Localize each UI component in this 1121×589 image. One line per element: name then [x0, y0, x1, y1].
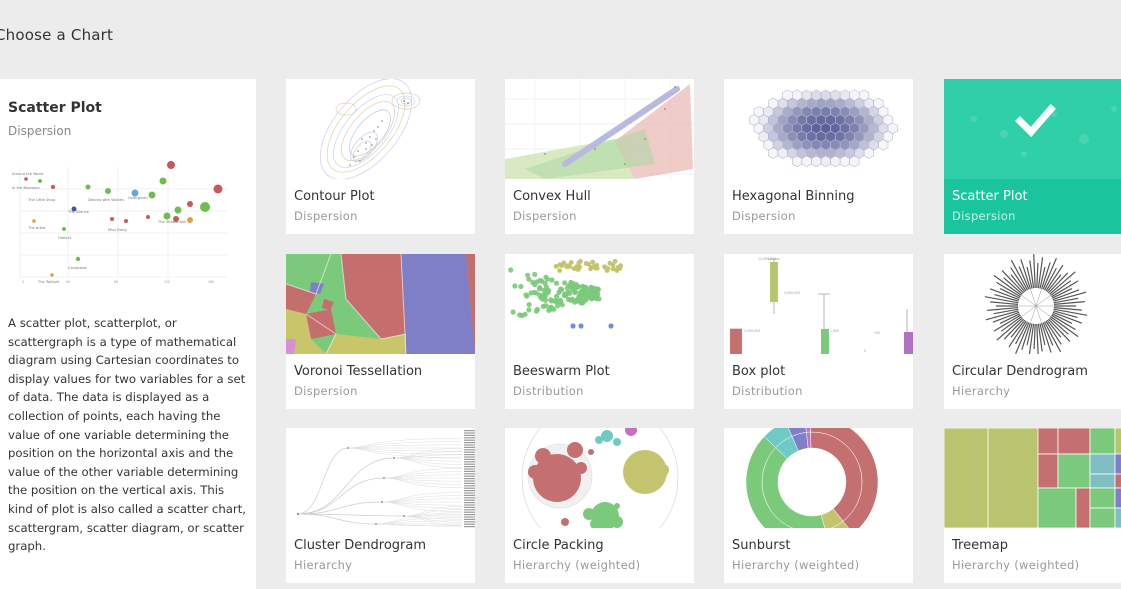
card-title: Contour Plot [294, 189, 375, 204]
treemap-thumbnail [944, 428, 1121, 528]
chart-card-convex-hull[interactable]: Convex Hull Dispersion [505, 79, 694, 234]
svg-text:40: 40 [66, 280, 70, 284]
hexagonal-binning-thumbnail [724, 79, 913, 179]
card-category: Hierarchy (weighted) [952, 558, 1079, 572]
detail-description: A scatter plot, scatterplot, or scatterg… [8, 314, 248, 556]
chart-card-treemap[interactable]: Treemap Hierarchy (weighted) [944, 428, 1121, 583]
svg-text:1,000,000: 1,000,000 [744, 329, 760, 333]
cluster-dendrogram-thumbnail [286, 428, 475, 528]
chart-card-box-plot[interactable]: 1,000,000 12,000,000 3,000,000 1,000 100 0 … [724, 254, 913, 409]
card-title: Hexagonal Binning [732, 189, 854, 204]
voronoi-tessellation-thumbnail [286, 254, 475, 354]
box-plot-thumbnail: 1,000,000 12,000,000 3,000,000 1,000 100 0 [724, 254, 913, 354]
card-category: Distribution [732, 384, 803, 398]
svg-text:The Twilight: The Twilight [37, 280, 60, 284]
card-title: Box plot [732, 364, 785, 379]
card-title: Cluster Dendrogram [294, 538, 426, 553]
scatter-plot-thumbnail [944, 79, 1121, 179]
svg-text:The Little Shop: The Little Shop [27, 198, 56, 202]
svg-text:160: 160 [208, 280, 214, 284]
card-category: Dispersion [952, 209, 1016, 223]
circle-packing-thumbnail [505, 428, 694, 528]
sunburst-thumbnail [724, 428, 913, 528]
card-category: Hierarchy (weighted) [513, 558, 640, 572]
detail-preview-image: Around the World In the Bedroom The Litt… [8, 159, 234, 285]
svg-text:1,000: 1,000 [830, 329, 839, 333]
svg-text:Around the World: Around the World [12, 172, 43, 176]
detail-title: Scatter Plot [8, 100, 102, 116]
card-title: Beeswarm Plot [513, 364, 610, 379]
svg-text:0: 0 [864, 349, 866, 353]
svg-text:0: 0 [22, 280, 24, 284]
card-title: Voronoi Tessellation [294, 364, 422, 379]
svg-text:Hamlet: Hamlet [58, 236, 72, 240]
svg-text:The Artist: The Artist [27, 226, 46, 230]
svg-text:The Shawshank: The Shawshank [157, 220, 187, 224]
svg-text:In the Bedroom: In the Bedroom [12, 186, 40, 190]
card-category: Dispersion [513, 209, 577, 223]
card-category: Hierarchy [294, 558, 352, 572]
detail-category: Dispersion [8, 124, 71, 138]
convex-hull-thumbnail [505, 79, 694, 179]
circular-dendrogram-thumbnail [944, 254, 1121, 354]
checkmark-icon [1020, 109, 1051, 132]
card-title: Scatter Plot [952, 189, 1028, 204]
svg-text:12,000,000: 12,000,000 [758, 257, 776, 261]
svg-text:120: 120 [164, 280, 170, 284]
card-title: Treemap [952, 538, 1008, 553]
svg-text:The Silence: The Silence [67, 210, 90, 214]
page-title: Choose a Chart [0, 26, 113, 44]
card-title: Circle Packing [513, 538, 604, 553]
chart-card-cluster-dendrogram[interactable]: Cluster Dendrogram Hierarchy [286, 428, 475, 583]
svg-text:Dances with Wolves: Dances with Wolves [88, 198, 124, 202]
svg-text:80: 80 [114, 280, 118, 284]
card-category: Hierarchy (weighted) [732, 558, 859, 572]
chart-card-circle-packing[interactable]: Circle Packing Hierarchy (weighted) [505, 428, 694, 583]
chart-card-voronoi-tessellation[interactable]: Voronoi Tessellation Dispersion [286, 254, 475, 409]
chart-card-contour-plot[interactable]: Contour Plot Dispersion [286, 79, 475, 234]
svg-text:100: 100 [874, 331, 880, 335]
card-title: Convex Hull [513, 189, 591, 204]
contour-plot-thumbnail [286, 79, 475, 179]
chart-card-beeswarm-plot[interactable]: Beeswarm Plot Distribution [505, 254, 694, 409]
svg-text:Unforgiven: Unforgiven [128, 196, 148, 200]
chart-card-hexagonal-binning[interactable]: Hexagonal Binning Dispersion [724, 79, 913, 234]
card-category: Hierarchy [952, 384, 1010, 398]
chart-card-scatter-plot[interactable]: Scatter Plot Dispersion [944, 79, 1121, 234]
card-category: Dispersion [294, 384, 358, 398]
svg-text:Cavalcade: Cavalcade [68, 266, 87, 270]
card-category: Dispersion [732, 209, 796, 223]
card-category: Dispersion [294, 209, 358, 223]
card-title: Circular Dendrogram [952, 364, 1088, 379]
card-title: Sunburst [732, 538, 790, 553]
chart-detail-panel: Scatter Plot Dispersion Around the World… [0, 79, 256, 589]
svg-text:Miss Daisy: Miss Daisy [108, 228, 128, 232]
chart-card-sunburst[interactable]: Sunburst Hierarchy (weighted) [724, 428, 913, 583]
card-category: Distribution [513, 384, 584, 398]
beeswarm-plot-thumbnail [505, 254, 694, 354]
chart-card-circular-dendrogram[interactable]: Circular Dendrogram Hierarchy [944, 254, 1121, 409]
svg-text:3,000,000: 3,000,000 [784, 291, 800, 295]
